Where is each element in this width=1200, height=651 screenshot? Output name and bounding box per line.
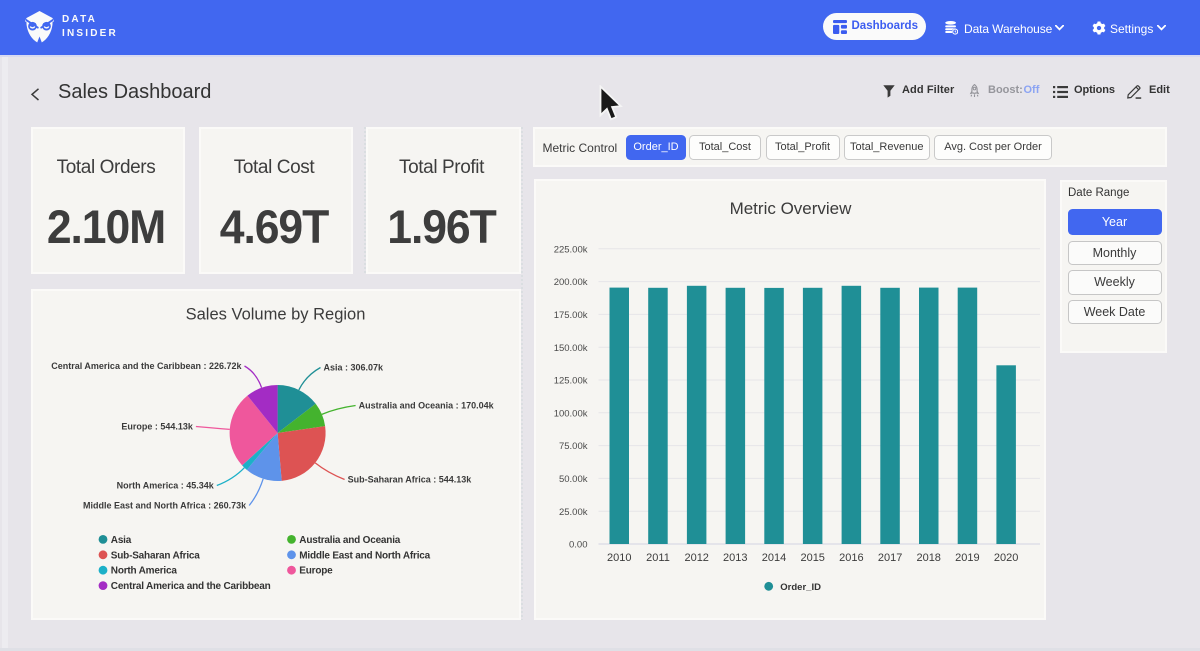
svg-text:2010: 2010: [607, 552, 631, 564]
svg-text:50.00k: 50.00k: [559, 474, 588, 485]
svg-text:75.00k: 75.00k: [559, 441, 588, 452]
svg-text:Australia and Oceania : 170.04: Australia and Oceania : 170.04k: [359, 401, 495, 411]
svg-text:2018: 2018: [916, 552, 940, 564]
svg-text:Australia and Oceania: Australia and Oceania: [299, 535, 400, 546]
svg-text:Europe: Europe: [299, 566, 333, 577]
svg-text:2015: 2015: [800, 552, 824, 564]
svg-text:Metric Overview: Metric Overview: [730, 199, 853, 218]
svg-text:Central America and the Caribb: Central America and the Caribbean: [111, 581, 271, 592]
svg-text:2013: 2013: [723, 552, 747, 564]
svg-text:Central America and the Caribb: Central America and the Caribbean : 226.…: [51, 361, 242, 371]
svg-text:100.00k: 100.00k: [554, 408, 588, 419]
svg-text:2020: 2020: [994, 552, 1018, 564]
svg-text:2012: 2012: [684, 552, 708, 564]
svg-text:200.00k: 200.00k: [554, 277, 588, 288]
svg-text:0.00: 0.00: [569, 540, 588, 551]
svg-text:North America : 45.34k: North America : 45.34k: [117, 481, 215, 491]
svg-text:125.00k: 125.00k: [554, 376, 588, 387]
svg-text:225.00k: 225.00k: [554, 244, 588, 255]
svg-text:150.00k: 150.00k: [554, 343, 588, 354]
svg-text:Sales Volume by Region: Sales Volume by Region: [186, 306, 366, 324]
svg-text:Middle East and North Africa: Middle East and North Africa: [299, 550, 430, 561]
svg-text:Asia : 306.07k: Asia : 306.07k: [324, 363, 385, 373]
svg-text:Europe : 544.13k: Europe : 544.13k: [121, 422, 194, 432]
svg-text:2016: 2016: [839, 552, 863, 564]
svg-text:Asia: Asia: [111, 535, 132, 546]
svg-text:2014: 2014: [762, 552, 786, 564]
svg-text:2011: 2011: [646, 552, 670, 564]
svg-text:Order_ID: Order_ID: [780, 582, 821, 593]
svg-text:2017: 2017: [878, 552, 902, 564]
svg-text:Sub-Saharan Africa: Sub-Saharan Africa: [111, 550, 200, 561]
svg-text:Middle East and North Africa :: Middle East and North Africa : 260.73k: [83, 501, 247, 511]
svg-text:North America: North America: [111, 566, 178, 577]
svg-text:2019: 2019: [955, 552, 979, 564]
svg-text:25.00k: 25.00k: [559, 507, 588, 518]
svg-text:175.00k: 175.00k: [554, 310, 588, 321]
svg-text:Sub-Saharan Africa : 544.13k: Sub-Saharan Africa : 544.13k: [348, 475, 473, 485]
